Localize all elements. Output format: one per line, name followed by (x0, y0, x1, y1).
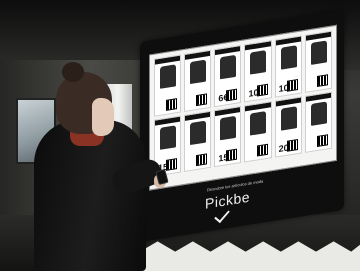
product-tile[interactable] (304, 91, 332, 153)
tile-header (305, 92, 331, 102)
product-tile[interactable] (244, 100, 272, 163)
product-image (190, 120, 207, 145)
product-tile[interactable]: 6€ (214, 44, 242, 107)
brand-logo: Pickbe (205, 188, 251, 212)
qr-code-icon[interactable] (286, 78, 298, 92)
qr-code-icon[interactable] (316, 73, 328, 87)
tile-header (185, 111, 211, 121)
product-image (220, 54, 237, 80)
qr-code-icon[interactable] (226, 148, 238, 162)
tile-header (185, 50, 211, 60)
hair-bun (62, 62, 84, 82)
product-image (280, 45, 297, 70)
product-tile[interactable] (184, 110, 212, 173)
product-grid: 6€ 10€ 10€ 15€ 15€ 20€ (154, 30, 332, 177)
tile-header (245, 101, 271, 111)
product-image (250, 49, 267, 75)
product-tile[interactable]: 10€ (244, 40, 272, 102)
tile-header (275, 36, 301, 46)
product-image (250, 110, 267, 136)
product-image (280, 105, 297, 131)
qr-code-icon[interactable] (316, 134, 328, 147)
billboard-screen: 6€ 10€ 10€ 15€ 15€ 20€ (149, 24, 337, 191)
product-tile[interactable] (184, 49, 212, 112)
qr-code-icon[interactable] (196, 153, 208, 167)
qr-code-icon[interactable] (226, 88, 238, 101)
qr-code-icon[interactable] (256, 143, 268, 157)
face (92, 98, 114, 136)
qr-code-icon[interactable] (196, 92, 208, 106)
product-tile[interactable] (304, 30, 332, 93)
qr-code-icon[interactable] (166, 158, 178, 171)
tile-header (275, 97, 301, 107)
person-using-phone (26, 58, 169, 271)
tile-header (305, 31, 331, 41)
product-tile[interactable]: 10€ (274, 35, 302, 98)
product-image (190, 59, 207, 85)
qr-code-icon[interactable] (166, 97, 178, 111)
photo-scene: 6€ 10€ 10€ 15€ 15€ 20€ Descubre los artí… (0, 0, 360, 271)
tile-header (215, 46, 241, 56)
interactive-billboard: 6€ 10€ 10€ 15€ 15€ 20€ Descubre los artí… (140, 9, 344, 242)
tile-header (215, 106, 241, 116)
qr-code-icon[interactable] (256, 83, 268, 97)
tile-header (245, 41, 271, 51)
qr-code-icon[interactable] (286, 139, 298, 152)
product-image (310, 100, 327, 126)
product-tile[interactable]: 20€ (274, 95, 302, 158)
product-tile[interactable]: 15€ (214, 105, 242, 168)
product-image (310, 40, 327, 65)
product-image (220, 115, 237, 140)
